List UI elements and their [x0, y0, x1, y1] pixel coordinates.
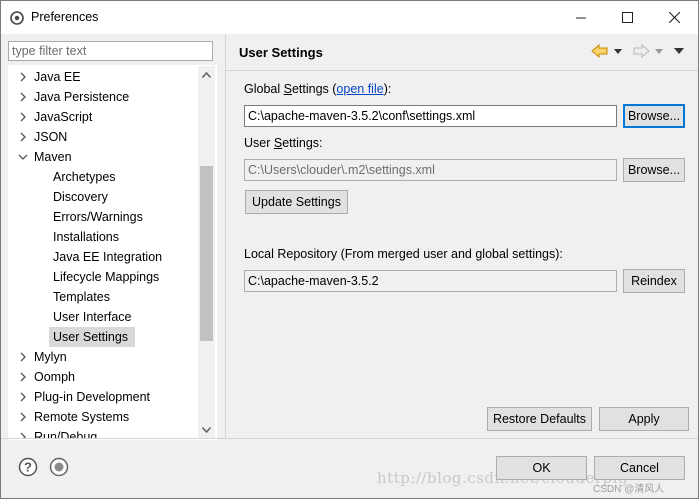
tree-item[interactable]: Templates: [9, 287, 199, 307]
restore-defaults-button[interactable]: Restore Defaults: [487, 407, 592, 431]
tree-item[interactable]: Plug-in Development: [9, 387, 199, 407]
chevron-right-icon[interactable]: [18, 352, 28, 362]
title-bar: Preferences: [1, 1, 698, 34]
tree-item[interactable]: Java EE: [9, 67, 199, 87]
chevron-right-icon[interactable]: [18, 412, 28, 422]
import-export-icon[interactable]: [49, 457, 69, 477]
tree-item-label: Java Persistence: [34, 90, 130, 104]
scrollbar-thumb[interactable]: [200, 166, 213, 341]
csdn-tag: CSDN @清风人: [593, 484, 665, 495]
tree-item[interactable]: Discovery: [9, 187, 199, 207]
tree-item-label: Plug-in Development: [34, 390, 151, 404]
pane-divider[interactable]: [225, 34, 226, 438]
tree-item[interactable]: JSON: [9, 127, 199, 147]
user-settings-label: User Settings:: [244, 136, 323, 150]
forward-arrow-icon[interactable]: [632, 43, 650, 59]
scroll-up-arrow[interactable]: [198, 66, 215, 83]
back-menu-chevron-icon[interactable]: [613, 43, 623, 59]
tree-item[interactable]: Lifecycle Mappings: [9, 267, 199, 287]
minimize-icon: [575, 17, 586, 19]
tree-item-label: User Settings: [53, 330, 129, 344]
tree-item-label: Lifecycle Mappings: [53, 270, 160, 284]
user-settings-field[interactable]: [244, 159, 617, 181]
user-browse-button[interactable]: Browse...: [623, 158, 685, 182]
chevron-right-icon[interactable]: [18, 372, 28, 382]
tree-item-label: User Interface: [53, 310, 132, 324]
ok-button[interactable]: OK: [496, 456, 587, 480]
chevron-right-icon[interactable]: [18, 132, 28, 142]
tree-scrollbar[interactable]: [198, 66, 215, 438]
local-repository-label: Local Repository (From merged user and g…: [244, 247, 563, 261]
back-arrow-icon[interactable]: [591, 43, 609, 59]
forward-menu-chevron-icon[interactable]: [654, 43, 664, 59]
tree-item-label: JSON: [34, 130, 68, 144]
scroll-down-arrow[interactable]: [198, 421, 215, 438]
filter-input[interactable]: [8, 41, 213, 61]
global-settings-field[interactable]: [244, 105, 617, 127]
chevron-down-icon[interactable]: [18, 152, 28, 162]
tree-item-label: Installations: [53, 230, 120, 244]
chevron-right-icon[interactable]: [18, 112, 28, 122]
close-icon: [668, 12, 680, 23]
chevron-up-icon: [202, 71, 211, 78]
tree-item[interactable]: User Interface: [9, 307, 199, 327]
tree-item-label: Discovery: [53, 190, 108, 204]
tree-item[interactable]: Installations: [9, 227, 199, 247]
tree-item-label: Errors/Warnings: [53, 210, 143, 224]
global-settings-label: Global Settings (open file):: [244, 82, 392, 96]
tree-item-label: Mylyn: [34, 350, 67, 364]
minimize-button[interactable]: [558, 1, 604, 34]
tree-item-label: Oomph: [34, 370, 75, 384]
maximize-button[interactable]: [604, 1, 650, 34]
open-file-link[interactable]: open file: [336, 82, 383, 96]
tree-item-label: Archetypes: [53, 170, 116, 184]
view-menu-icon[interactable]: [673, 43, 685, 59]
tree-item[interactable]: Mylyn: [9, 347, 199, 367]
svg-text:?: ?: [24, 460, 32, 475]
chevron-down-icon: [202, 426, 211, 433]
close-button[interactable]: [651, 1, 697, 34]
tree-item[interactable]: Java EE Integration: [9, 247, 199, 267]
tree-item-label: JavaScript: [34, 110, 93, 124]
tree-item[interactable]: Maven: [9, 147, 199, 167]
tree-item[interactable]: Oomph: [9, 367, 199, 387]
maximize-icon: [621, 12, 633, 23]
local-repository-field[interactable]: [244, 270, 617, 292]
page-title: User Settings: [239, 45, 323, 60]
preferences-window: Preferences Java EE Java Persistence JavaS…: [0, 0, 699, 499]
header-separator: [226, 70, 698, 71]
tree-item[interactable]: Java Persistence: [9, 87, 199, 107]
global-browse-button[interactable]: Browse...: [623, 104, 685, 128]
help-icon[interactable]: ?: [18, 457, 38, 477]
reindex-button[interactable]: Reindex: [623, 269, 685, 293]
tree-item-label: Templates: [53, 290, 110, 304]
chevron-right-icon[interactable]: [18, 72, 28, 82]
preferences-tree: Java EE Java Persistence JavaScript JSON Mav…: [8, 65, 217, 440]
tree-item-label: Java EE: [34, 70, 81, 84]
page-header: User Settings: [226, 34, 698, 71]
chevron-right-icon[interactable]: [18, 92, 28, 102]
window-title: Preferences: [31, 10, 99, 24]
cancel-button[interactable]: Cancel: [594, 456, 685, 480]
tree-item[interactable]: Remote Systems: [9, 407, 199, 427]
update-settings-button[interactable]: Update Settings: [245, 190, 348, 214]
tree-item[interactable]: User Settings: [9, 327, 199, 347]
eclipse-icon: [10, 11, 24, 25]
chevron-right-icon[interactable]: [18, 392, 28, 402]
tree-item[interactable]: Archetypes: [9, 167, 199, 187]
tree-item-label: Remote Systems: [34, 410, 130, 424]
apply-button[interactable]: Apply: [599, 407, 689, 431]
tree-item[interactable]: JavaScript: [9, 107, 199, 127]
tree-item-label: Maven: [34, 150, 72, 164]
footer-separator: [1, 438, 698, 439]
tree-item-label: Java EE Integration: [53, 250, 163, 264]
tree-item[interactable]: Errors/Warnings: [9, 207, 199, 227]
